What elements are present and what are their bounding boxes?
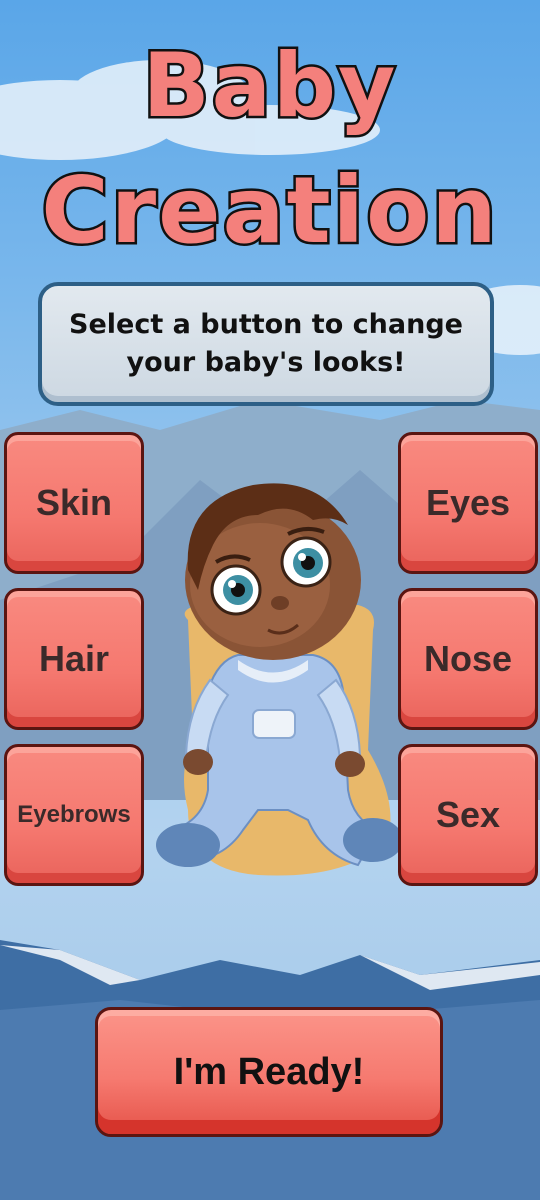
skin-button[interactable]: Skin [4,432,144,574]
instruction-text: Select a button to change your baby's lo… [69,309,463,378]
baby-character [156,483,398,876]
eyes-button[interactable]: Eyes [398,432,538,574]
ready-button[interactable]: I'm Ready! [95,1007,443,1137]
title-line-2: Creation [39,157,500,264]
nose-button[interactable]: Nose [398,588,538,730]
instruction-panel: Select a button to change your baby's lo… [38,282,494,406]
eyebrows-button[interactable]: Eyebrows [4,744,144,886]
hair-button[interactable]: Hair [4,588,144,730]
left-shoe [156,823,220,867]
title-line-1: Baby [140,34,398,137]
sex-button[interactable]: Sex [398,744,538,886]
